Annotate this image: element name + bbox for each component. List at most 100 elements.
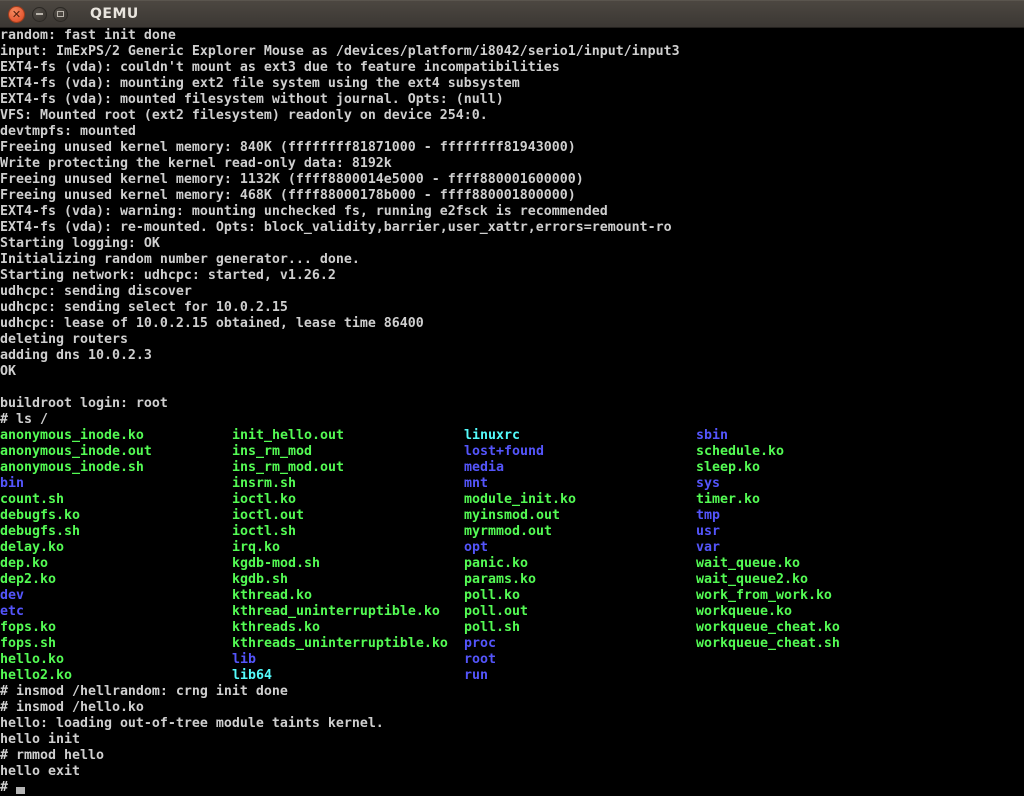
- shell-output-line: hello init: [0, 732, 1024, 748]
- file-entry-exec: ins_rm_mod: [232, 444, 464, 460]
- shell-output-line: hello: loading out-of-tree module taints…: [0, 716, 1024, 732]
- file-entry-exec: panic.ko: [464, 556, 696, 572]
- boot-log-line: Starting logging: OK: [0, 236, 1024, 252]
- file-entry-exec: wait_queue2.ko: [696, 572, 808, 588]
- file-entry-exec: ins_rm_mod.out: [232, 460, 464, 476]
- boot-log-line: Freeing unused kernel memory: 1132K (fff…: [0, 172, 1024, 188]
- file-entry-exec: ioctl.ko: [232, 492, 464, 508]
- ls-output-row: bininsrm.shmntsys: [0, 476, 1024, 492]
- boot-log-line: EXT4-fs (vda): mounting ext2 file system…: [0, 76, 1024, 92]
- shell-command-line: # ls /: [0, 412, 1024, 428]
- ls-output-row: debugfs.shioctl.shmyrmmod.outusr: [0, 524, 1024, 540]
- file-entry-exec: anonymous_inode.out: [0, 444, 232, 460]
- file-entry-dir: lost+found: [464, 444, 696, 460]
- titlebar: ✕ QEMU: [0, 0, 1024, 28]
- file-entry-exec: fops.sh: [0, 636, 232, 652]
- file-entry-exec: delay.ko: [0, 540, 232, 556]
- qemu-window: ✕ QEMU random: fast init doneinput: ImEx…: [0, 0, 1024, 796]
- file-entry-exec: ioctl.out: [232, 508, 464, 524]
- file-entry-dir: proc: [464, 636, 696, 652]
- ls-output-row: hello.kolibroot: [0, 652, 1024, 668]
- login-line: buildroot login: root: [0, 396, 1024, 412]
- file-entry-dir: lib: [232, 652, 464, 668]
- file-entry-dir: bin: [0, 476, 232, 492]
- file-entry-exec: wait_queue.ko: [696, 556, 800, 572]
- boot-log-line: input: ImExPS/2 Generic Explorer Mouse a…: [0, 44, 1024, 60]
- file-entry-dir: root: [464, 652, 496, 668]
- shell-output-line: hello exit: [0, 764, 1024, 780]
- maximize-button[interactable]: [53, 7, 68, 22]
- boot-log-line: devtmpfs: mounted: [0, 124, 1024, 140]
- file-entry-dir: mnt: [464, 476, 696, 492]
- ls-output-row: devkthread.kopoll.kowork_from_work.ko: [0, 588, 1024, 604]
- file-entry-dir: run: [464, 668, 488, 684]
- prompt-text: #: [0, 780, 16, 795]
- file-entry-exec: myinsmod.out: [464, 508, 696, 524]
- ls-output-row: delay.koirq.kooptvar: [0, 540, 1024, 556]
- minimize-button[interactable]: [32, 7, 47, 22]
- shell-output-line: # insmod /hello.ko: [0, 700, 1024, 716]
- file-entry-dir: sbin: [696, 428, 728, 444]
- terminal-screen[interactable]: random: fast init doneinput: ImExPS/2 Ge…: [0, 28, 1024, 796]
- file-entry-exec: workqueue.ko: [696, 604, 792, 620]
- file-entry-exec: kthread_uninterruptible.ko: [232, 604, 464, 620]
- file-entry-exec: ioctl.sh: [232, 524, 464, 540]
- file-entry-exec: kthread.ko: [232, 588, 464, 604]
- file-entry-exec: timer.ko: [696, 492, 760, 508]
- terminal-cursor: [16, 787, 25, 794]
- file-entry-exec: fops.ko: [0, 620, 232, 636]
- boot-log-line: OK: [0, 364, 1024, 380]
- file-entry-exec: kthreads_uninterruptible.ko: [232, 636, 464, 652]
- file-entry-exec: count.sh: [0, 492, 232, 508]
- file-entry-exec: poll.sh: [464, 620, 696, 636]
- file-entry-dir: etc: [0, 604, 232, 620]
- window-title: QEMU: [90, 6, 139, 22]
- file-entry-exec: irq.ko: [232, 540, 464, 556]
- file-entry-exec: work_from_work.ko: [696, 588, 832, 604]
- ls-output-row: anonymous_inode.koinit_hello.outlinuxrcs…: [0, 428, 1024, 444]
- file-entry-exec: workqueue_cheat.sh: [696, 636, 840, 652]
- minimize-icon: [36, 13, 43, 15]
- ls-output-row: fops.kokthreads.kopoll.shworkqueue_cheat…: [0, 620, 1024, 636]
- file-entry-exec: module_init.ko: [464, 492, 696, 508]
- file-entry-dir: tmp: [696, 508, 720, 524]
- boot-log-line: EXT4-fs (vda): re-mounted. Opts: block_v…: [0, 220, 1024, 236]
- boot-log-line: udhcpc: lease of 10.0.2.15 obtained, lea…: [0, 316, 1024, 332]
- file-entry-exec: params.ko: [464, 572, 696, 588]
- boot-log-line: EXT4-fs (vda): couldn't mount as ext3 du…: [0, 60, 1024, 76]
- file-entry-exec: debugfs.ko: [0, 508, 232, 524]
- file-entry-dir: sys: [696, 476, 720, 492]
- file-entry-dir: var: [696, 540, 720, 556]
- boot-log-line: random: fast init done: [0, 28, 1024, 44]
- file-entry-exec: anonymous_inode.ko: [0, 428, 232, 444]
- file-entry-exec: dep2.ko: [0, 572, 232, 588]
- file-entry-dir: opt: [464, 540, 696, 556]
- boot-log-line: deleting routers: [0, 332, 1024, 348]
- file-entry-exec: workqueue_cheat.ko: [696, 620, 840, 636]
- file-entry-exec: kthreads.ko: [232, 620, 464, 636]
- file-entry-exec: hello2.ko: [0, 668, 232, 684]
- ls-output-row: count.shioctl.komodule_init.kotimer.ko: [0, 492, 1024, 508]
- shell-prompt-line: #: [0, 780, 1024, 796]
- ls-output-row: fops.shkthreads_uninterruptible.koprocwo…: [0, 636, 1024, 652]
- ls-output-row: debugfs.koioctl.outmyinsmod.outtmp: [0, 508, 1024, 524]
- file-entry-dir: dev: [0, 588, 232, 604]
- file-entry-exec: poll.ko: [464, 588, 696, 604]
- shell-output-line: # rmmod hello: [0, 748, 1024, 764]
- boot-log-line: Freeing unused kernel memory: 468K (ffff…: [0, 188, 1024, 204]
- ls-output-row: etckthread_uninterruptible.kopoll.outwor…: [0, 604, 1024, 620]
- boot-log-line: Write protecting the kernel read-only da…: [0, 156, 1024, 172]
- close-icon: ✕: [12, 9, 21, 20]
- file-entry-link: linuxrc: [464, 428, 696, 444]
- ls-output-row: hello2.kolib64run: [0, 668, 1024, 684]
- boot-log-line: udhcpc: sending discover: [0, 284, 1024, 300]
- maximize-icon: [57, 11, 64, 17]
- file-entry-dir: media: [464, 460, 696, 476]
- file-entry-exec: sleep.ko: [696, 460, 760, 476]
- boot-log-line: Starting network: udhcpc: started, v1.26…: [0, 268, 1024, 284]
- file-entry-exec: dep.ko: [0, 556, 232, 572]
- boot-log-line: VFS: Mounted root (ext2 filesystem) read…: [0, 108, 1024, 124]
- close-button[interactable]: ✕: [8, 6, 25, 23]
- file-entry-exec: kgdb-mod.sh: [232, 556, 464, 572]
- file-entry-exec: myrmmod.out: [464, 524, 696, 540]
